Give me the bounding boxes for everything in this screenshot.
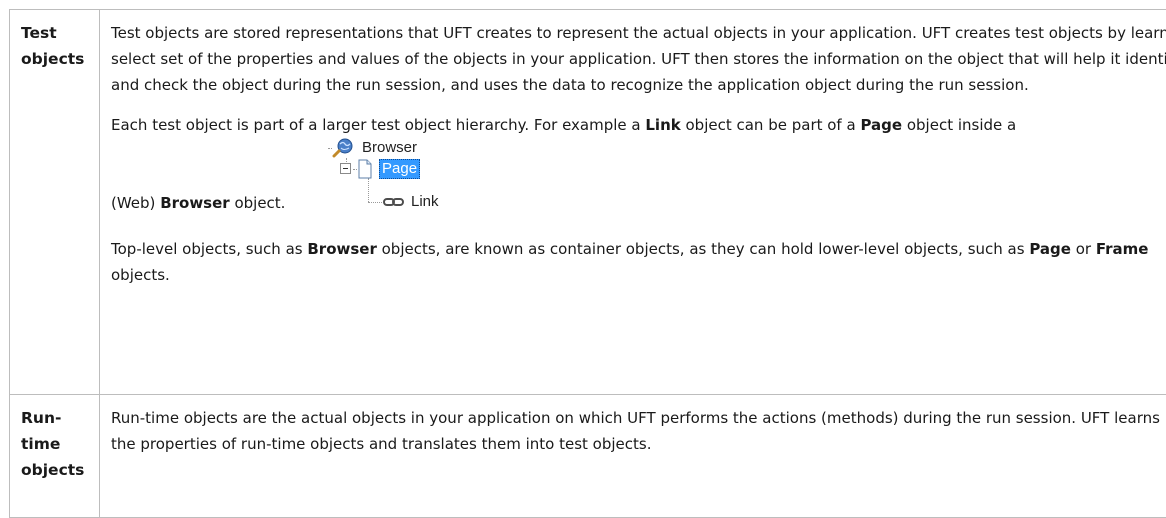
text-run: object. — [230, 194, 286, 212]
hierarchy-line: (Web) Browser object. Bro — [111, 138, 1166, 222]
text-run: objects. — [111, 266, 170, 284]
term-page: Page — [860, 116, 902, 134]
table-row: Test objects Test objects are stored rep… — [10, 10, 1166, 395]
object-hierarchy-tree: Browser Page — [328, 138, 468, 222]
hierarchy-caption: (Web) Browser object. — [111, 190, 285, 216]
table-row: Run-time objects Run-time objects are th… — [10, 395, 1166, 518]
text-run: object inside a — [902, 116, 1016, 134]
text-run: object can be part of a — [681, 116, 861, 134]
term-cell: Test objects — [10, 10, 100, 395]
term-browser: Browser — [307, 240, 377, 258]
text-run: Each test object is part of a larger tes… — [111, 116, 645, 134]
term-cell: Run-time objects — [10, 395, 100, 518]
link-chain-icon — [383, 195, 405, 209]
hierarchy-intro-paragraph: Each test object is part of a larger tes… — [111, 112, 1166, 138]
definition-cell: Run-time objects are the actual objects … — [100, 395, 1166, 518]
definition-cell: Test objects are stored representations … — [100, 10, 1166, 395]
term-test-objects: Test objects — [21, 20, 99, 72]
text-run: or — [1071, 240, 1096, 258]
container-objects-paragraph: Top-level objects, such as Browser objec… — [111, 236, 1166, 288]
term-browser: Browser — [160, 194, 230, 212]
definitions-table: Test objects Test objects are stored rep… — [9, 9, 1166, 518]
tree-node-link[interactable]: Link — [383, 192, 439, 212]
term-link: Link — [645, 116, 680, 134]
text-run: (Web) — [111, 194, 160, 212]
browser-globe-icon — [332, 138, 356, 158]
tree-node-page[interactable]: Page — [340, 159, 420, 179]
collapse-minus-icon[interactable] — [340, 163, 353, 176]
tree-node-browser[interactable]: Browser — [332, 138, 417, 158]
definition-paragraph: Test objects are stored representations … — [111, 20, 1166, 98]
text-run: objects, are known as container objects,… — [377, 240, 1029, 258]
tree-node-label: Link — [411, 192, 439, 212]
tree-node-label: Browser — [362, 138, 417, 158]
term-frame: Frame — [1096, 240, 1149, 258]
term-run-time-objects: Run-time objects — [21, 405, 71, 483]
text-run: Top-level objects, such as — [111, 240, 307, 258]
page-icon — [357, 159, 373, 179]
tree-node-label-selected: Page — [379, 159, 420, 179]
term-page: Page — [1029, 240, 1071, 258]
definition-paragraph: Run-time objects are the actual objects … — [111, 405, 1166, 457]
